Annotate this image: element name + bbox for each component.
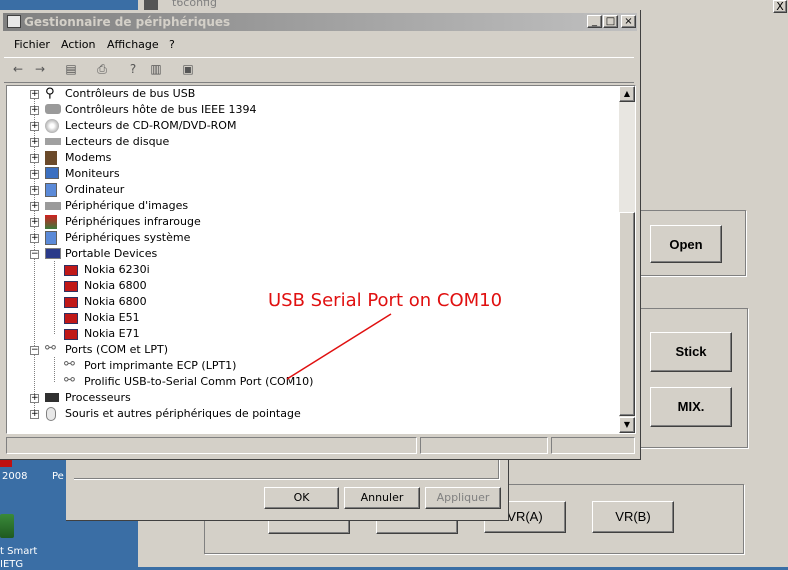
computer-icon: [45, 183, 57, 197]
forward-arrow-icon[interactable]: →: [32, 61, 48, 77]
desktop-text-2008: 2008: [2, 471, 28, 482]
tree-item-label: Ports (COM et LPT): [65, 343, 169, 356]
expand-icon[interactable]: +: [30, 234, 39, 243]
scroll-down-icon[interactable]: ▼: [619, 417, 635, 433]
computer-icon: [7, 15, 21, 28]
modem-icon: [45, 151, 57, 165]
back-arrow-icon[interactable]: ←: [10, 61, 26, 77]
properties-icon[interactable]: ▥: [148, 61, 164, 77]
tree-line-ports: [54, 357, 55, 382]
tree-item-label: Souris et autres périphériques de pointa…: [65, 407, 301, 420]
expand-icon[interactable]: +: [30, 106, 39, 115]
expand-icon[interactable]: +: [30, 170, 39, 179]
expand-icon[interactable]: +: [30, 138, 39, 147]
ieee1394-icon: [45, 104, 61, 114]
desktop-text-pe: Pe: [52, 471, 64, 482]
expand-icon[interactable]: +: [30, 122, 39, 131]
monitor-icon: [45, 167, 59, 179]
mix-button[interactable]: MIX.: [650, 387, 732, 427]
group-stick-mix: [640, 308, 748, 448]
vrb-button[interactable]: VR(B): [592, 501, 674, 533]
tree-item-label: Ordinateur: [65, 183, 125, 196]
expand-icon[interactable]: +: [30, 90, 39, 99]
desktop-red-marker: [0, 459, 12, 467]
nokia-icon: [64, 297, 78, 308]
annotation-text: USB Serial Port on COM10: [268, 290, 503, 311]
tree-line-portable: [54, 261, 55, 334]
menu-bar: [4, 34, 634, 54]
ok-button[interactable]: OK: [264, 487, 339, 509]
desktop-text-ietg: IETG: [0, 559, 24, 570]
usb-icon: ⚲: [45, 86, 55, 101]
expand-icon[interactable]: +: [30, 154, 39, 163]
status-cell-2: [420, 437, 548, 454]
disk-icon: [45, 138, 61, 145]
nokia-icon: [64, 329, 78, 340]
background-window-title: t6config: [172, 0, 217, 9]
tree-item-label: Nokia 6230i: [84, 263, 150, 276]
tree-item-label: Nokia 6800: [84, 295, 147, 308]
tree-item-label: Nokia 6800: [84, 279, 147, 292]
console-tree-icon[interactable]: ▤: [63, 61, 79, 77]
nokia-icon: [64, 313, 78, 324]
menu-help[interactable]: ?: [169, 38, 175, 51]
expand-icon[interactable]: +: [30, 186, 39, 195]
open-button[interactable]: Open: [650, 225, 722, 263]
collapse-icon[interactable]: −: [30, 346, 39, 355]
tree-item-label: Périphérique d'images: [65, 199, 189, 212]
stick-button[interactable]: Stick: [650, 332, 732, 372]
scan-hardware-icon[interactable]: ▣: [180, 61, 196, 77]
system-icon: [45, 231, 57, 245]
tree-item-label: Modems: [65, 151, 112, 164]
cdrom-icon: [45, 119, 59, 133]
tree-item-label: Contrôleurs de bus USB: [65, 87, 196, 100]
tree-item-label: Contrôleurs hôte de bus IEEE 1394: [65, 103, 257, 116]
processor-icon: [45, 393, 59, 402]
expand-icon[interactable]: +: [30, 410, 39, 419]
window-title: Gestionnaire de périphériques: [24, 15, 231, 29]
collapse-icon[interactable]: −: [30, 250, 39, 259]
help-icon[interactable]: ?: [125, 61, 141, 77]
mouse-icon: [46, 407, 56, 421]
background-close-button[interactable]: X: [773, 0, 787, 13]
tree-item-label: Nokia E51: [84, 311, 140, 324]
tree-item-label: Périphériques infrarouge: [65, 215, 201, 228]
status-cell-main: [6, 437, 417, 454]
nokia-icon: [64, 265, 78, 276]
scanner-icon: [45, 202, 61, 210]
tree-item-label: Lecteurs de CD-ROM/DVD-ROM: [65, 119, 237, 132]
cancel-button[interactable]: Annuler: [344, 487, 420, 509]
desktop-text-smart: t Smart: [0, 546, 38, 557]
apply-button[interactable]: Appliquer: [425, 487, 501, 509]
tree-item-label: Processeurs: [65, 391, 131, 404]
tree-item-label: Périphériques système: [65, 231, 191, 244]
scrollbar-thumb[interactable]: [619, 212, 635, 416]
minimize-button[interactable]: _: [587, 15, 602, 28]
scroll-up-icon[interactable]: ▲: [619, 86, 635, 102]
menu-action[interactable]: Action: [61, 38, 95, 51]
menu-affichage[interactable]: Affichage: [107, 38, 159, 51]
nokia-icon: [64, 281, 78, 292]
portable-devices-icon: [45, 248, 61, 259]
tree-item-label: Lecteurs de disque: [65, 135, 170, 148]
print-icon[interactable]: ⎙: [94, 61, 110, 77]
status-cell-3: [551, 437, 635, 454]
expand-icon[interactable]: +: [30, 394, 39, 403]
port-icon: ⚯: [64, 357, 75, 372]
tree-item-label: Nokia E71: [84, 327, 140, 340]
port-icon: ⚯: [45, 341, 56, 356]
annotation-arrow: [286, 313, 392, 380]
desktop-shortcut-icon[interactable]: [0, 514, 14, 538]
background-window-title-icon: [144, 0, 158, 10]
tree-item-label: Port imprimante ECP (LPT1): [84, 359, 237, 372]
port-icon: ⚯: [64, 373, 75, 388]
close-button[interactable]: ×: [621, 15, 636, 28]
infrared-icon: [45, 215, 57, 229]
tree-item-label: Moniteurs: [65, 167, 120, 180]
tree-item-label: Portable Devices: [65, 247, 158, 260]
menu-fichier[interactable]: Fichier: [14, 38, 50, 51]
expand-icon[interactable]: +: [30, 202, 39, 211]
maximize-button[interactable]: □: [603, 15, 618, 28]
expand-icon[interactable]: +: [30, 218, 39, 227]
